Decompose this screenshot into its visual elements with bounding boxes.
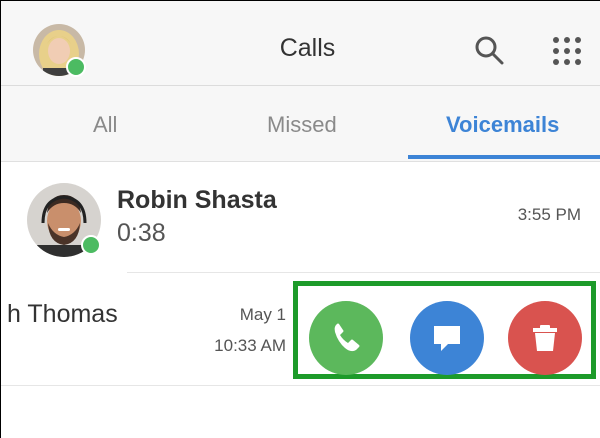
active-tab-indicator bbox=[408, 155, 600, 159]
tab-voicemails[interactable]: Voicemails bbox=[446, 112, 559, 138]
voicemail-duration: 0:38 bbox=[117, 219, 166, 247]
contact-name: Robin Shasta bbox=[117, 186, 277, 214]
trash-icon bbox=[533, 325, 557, 351]
phone-icon bbox=[334, 323, 360, 352]
search-icon[interactable] bbox=[474, 35, 504, 70]
message-button[interactable] bbox=[410, 301, 484, 375]
voicemail-time: 10:33 AM bbox=[214, 336, 286, 355]
voicemail-time: 3:55 PM bbox=[517, 205, 581, 224]
message-icon bbox=[434, 326, 460, 351]
tab-all[interactable]: All bbox=[93, 112, 117, 138]
tab-missed[interactable]: Missed bbox=[267, 112, 337, 138]
delete-button[interactable] bbox=[508, 301, 582, 375]
voicemail-date: May 1 bbox=[239, 305, 286, 324]
contact-name: h Thomas bbox=[7, 300, 118, 328]
contact-presence-indicator bbox=[81, 235, 101, 255]
dialpad-icon[interactable] bbox=[552, 36, 582, 71]
page-title: Calls bbox=[279, 34, 336, 62]
call-back-button[interactable] bbox=[309, 301, 383, 375]
row-divider bbox=[1, 385, 600, 386]
